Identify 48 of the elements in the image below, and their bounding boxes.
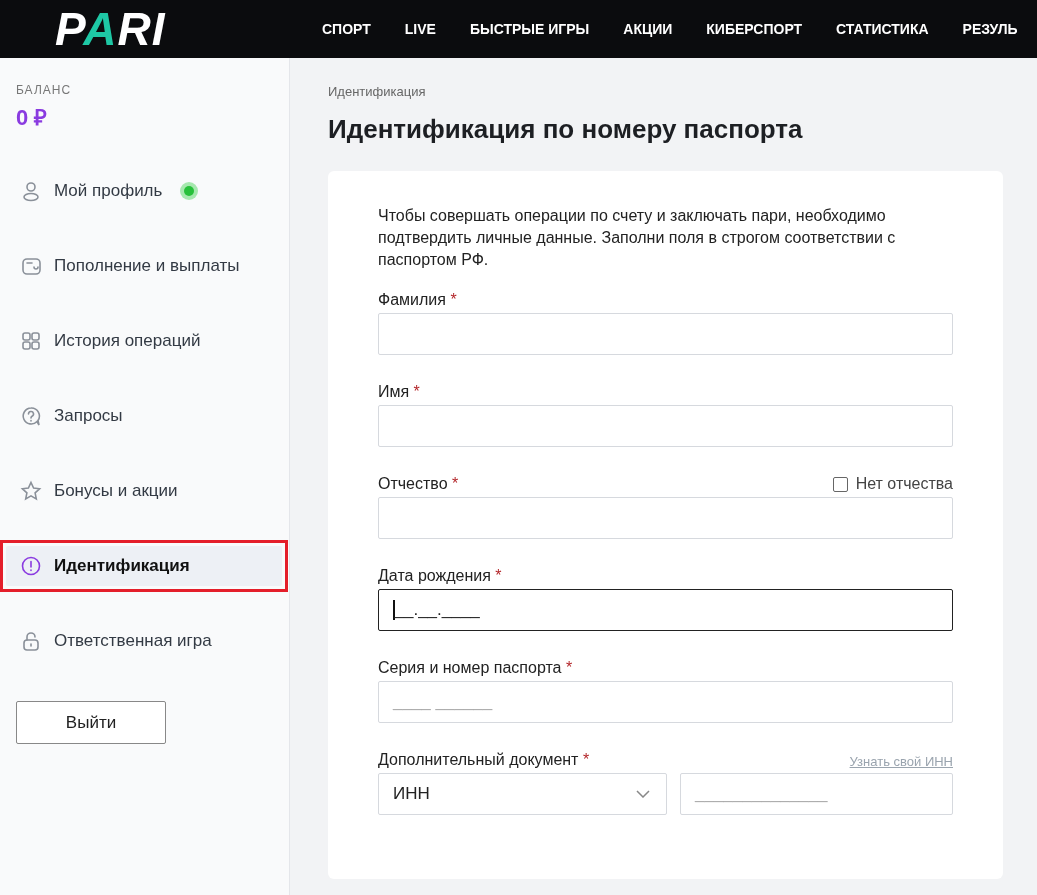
sidebar-item-label: Запросы bbox=[54, 406, 123, 426]
logo[interactable]: PARI bbox=[55, 6, 285, 52]
sidebar-item-label: Пополнение и выплаты bbox=[54, 256, 240, 276]
sidebar-item[interactable]: Пополнение и выплаты bbox=[6, 246, 282, 286]
input-field[interactable] bbox=[378, 313, 953, 355]
nav-link[interactable]: LIVE bbox=[404, 21, 436, 37]
balance-amount: 0 ₽ bbox=[16, 104, 49, 131]
nav-link[interactable]: КИБЕРСПОРТ bbox=[706, 21, 803, 37]
wallet-icon bbox=[20, 255, 42, 277]
input-field[interactable] bbox=[378, 497, 953, 539]
sidebar-item-label: Идентификация bbox=[54, 556, 190, 576]
document-select[interactable]: ИНН bbox=[378, 773, 667, 815]
nav-link[interactable]: РЕЗУЛЬ bbox=[962, 21, 1018, 37]
sidebar-item[interactable]: Идентификация bbox=[6, 546, 282, 586]
sidebar-item-label: История операций bbox=[54, 331, 201, 351]
sidebar-item[interactable]: Бонусы и акции bbox=[6, 471, 282, 511]
grid-icon bbox=[20, 330, 42, 352]
no-patronymic-checkbox[interactable]: Нет отчества bbox=[832, 475, 953, 493]
sidebar-item-label: Ответственная игра bbox=[54, 631, 212, 651]
sidebar-item-label: Мой профиль bbox=[54, 181, 163, 201]
user-icon bbox=[20, 180, 42, 202]
field-label: Имя * bbox=[378, 383, 420, 401]
nav-link[interactable]: СТАТИСТИКА bbox=[836, 21, 929, 37]
field-label: Серия и номер паспорта * bbox=[378, 659, 573, 677]
question-bubble-icon bbox=[20, 405, 42, 427]
field-label: Фамилия * bbox=[378, 291, 457, 309]
input-field[interactable]: __.__.____ bbox=[378, 589, 953, 631]
input-field[interactable] bbox=[378, 405, 953, 447]
sidebar-item[interactable]: Мой профиль bbox=[6, 171, 282, 211]
sidebar-item[interactable]: Запросы bbox=[6, 396, 282, 436]
nav-link[interactable]: СПОРТ bbox=[322, 21, 371, 37]
breadcrumb[interactable]: Идентификация bbox=[328, 84, 1003, 99]
intro-text: Чтобы совершать операции по счету и заключать пари, необходимо подтвердить личные данные. Заполни поля в строгом соответствии с паспортом РФ. bbox=[378, 206, 897, 270]
sidebar-item[interactable]: Ответственная игра bbox=[6, 621, 282, 661]
field-label: Отчество * bbox=[378, 475, 459, 493]
nav-link[interactable]: БЫСТРЫЕ ИГРЫ bbox=[469, 21, 590, 37]
page-title: Идентификация по номеру паспорта bbox=[328, 114, 804, 145]
logout-button[interactable]: Выйти bbox=[16, 701, 166, 744]
balance-label: БАЛАНС bbox=[16, 83, 73, 97]
chevron-down-icon bbox=[636, 790, 650, 798]
nav-link[interactable]: АКЦИИ bbox=[623, 21, 673, 37]
field-label: Дополнительный документ * bbox=[378, 751, 590, 769]
padlock-icon bbox=[20, 630, 42, 652]
sidebar-item[interactable]: История операций bbox=[6, 321, 282, 361]
star-icon bbox=[20, 480, 42, 502]
sidebar-item-label: Бонусы и акции bbox=[54, 481, 178, 501]
field-label: Дата рождения * bbox=[378, 567, 502, 585]
exclamation-icon bbox=[20, 555, 42, 577]
